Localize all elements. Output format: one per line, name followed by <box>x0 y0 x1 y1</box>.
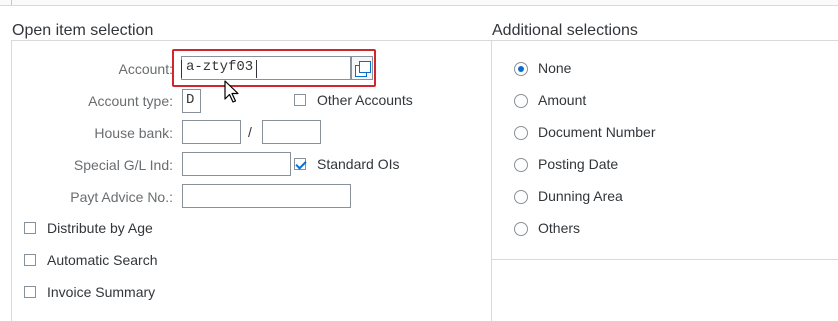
distribute-by-age-label: Distribute by Age <box>47 220 153 236</box>
mouse-cursor-icon <box>224 80 239 103</box>
radio-amount[interactable] <box>514 94 528 108</box>
payt-advice-label: Payt Advice No.: <box>70 189 173 205</box>
radio-none[interactable] <box>514 62 528 76</box>
radio-others[interactable] <box>514 222 528 236</box>
radio-none-label: None <box>538 60 572 76</box>
payt-advice-field[interactable] <box>182 184 351 208</box>
automatic-search-label: Automatic Search <box>47 252 158 268</box>
standard-ois-checkbox[interactable] <box>294 158 306 170</box>
radio-document-number-label: Document Number <box>538 124 656 140</box>
account-label: Account: <box>118 61 173 77</box>
highlight-box <box>172 49 376 87</box>
radio-others-label: Others <box>538 220 581 236</box>
house-bank-separator: / <box>248 124 252 140</box>
distribute-by-age-checkbox[interactable] <box>24 222 36 234</box>
account-id-field[interactable] <box>262 120 321 144</box>
account-type-field[interactable]: D <box>182 89 201 113</box>
other-accounts-label: Other Accounts <box>317 92 413 108</box>
account-type-label: Account type: <box>88 93 173 109</box>
invoice-summary-checkbox[interactable] <box>24 286 36 298</box>
radio-posting-date[interactable] <box>514 158 528 172</box>
additional-selections-title: Additional selections <box>492 22 638 39</box>
automatic-search-checkbox[interactable] <box>24 254 36 266</box>
house-bank-field[interactable] <box>182 120 241 144</box>
special-gl-field[interactable] <box>182 152 291 176</box>
open-item-selection-title: Open item selection <box>12 22 154 39</box>
radio-posting-date-label: Posting Date <box>538 156 619 172</box>
invoice-summary-label: Invoice Summary <box>47 284 156 300</box>
radio-dunning-area-label: Dunning Area <box>538 188 623 204</box>
standard-ois-label: Standard OIs <box>317 156 400 172</box>
top-divider <box>11 0 12 5</box>
radio-amount-label: Amount <box>538 92 587 108</box>
top-strip <box>0 0 838 6</box>
house-bank-label: House bank: <box>94 125 173 141</box>
special-gl-label: Special G/L Ind: <box>73 157 173 173</box>
other-accounts-checkbox[interactable] <box>294 94 306 106</box>
radio-dunning-area[interactable] <box>514 190 528 204</box>
radio-document-number[interactable] <box>514 126 528 140</box>
